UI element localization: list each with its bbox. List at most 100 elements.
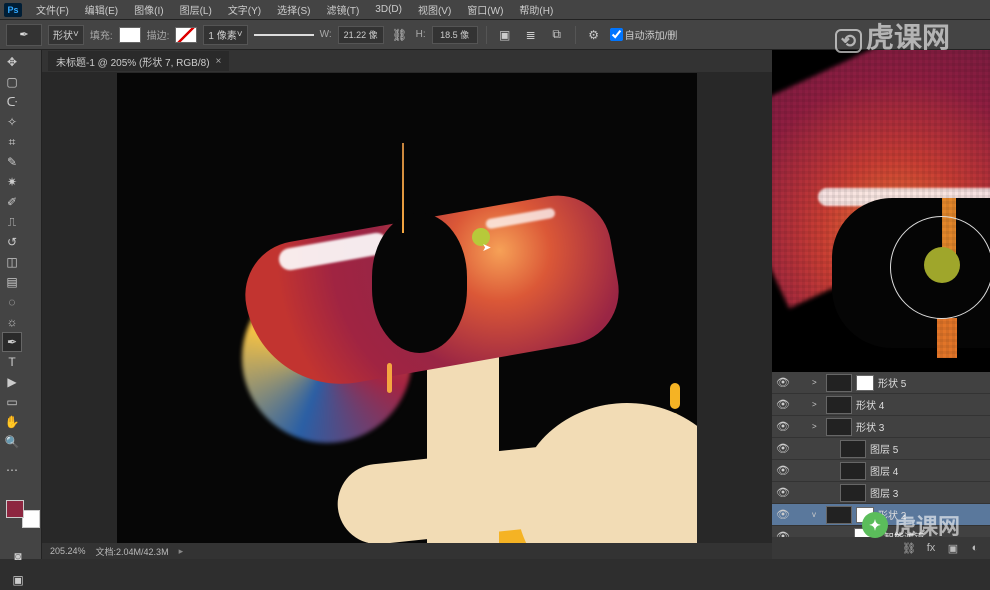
gradient-tool[interactable]: ▤	[2, 272, 22, 292]
layer-thumbnail[interactable]	[840, 462, 866, 480]
menu-3d[interactable]: 3D(D)	[367, 4, 410, 15]
visibility-eye-icon[interactable]: 👁	[776, 398, 790, 411]
eraser-tool[interactable]: ◫	[2, 252, 22, 272]
layer-row[interactable]: 👁 v 形状 2	[772, 504, 990, 526]
layer-name[interactable]: 形状 5	[878, 375, 906, 390]
layer-row[interactable]: 👁 > 形状 3	[772, 416, 990, 438]
layer-thumbnail[interactable]	[826, 418, 852, 436]
visibility-eye-icon[interactable]: 👁	[776, 376, 790, 389]
right-pane: 👁>形状 5👁>形状 4👁>形状 3👁图层 5👁图层 4👁图层 3👁v形状 2👁…	[772, 50, 990, 559]
layer-row[interactable]: 👁 图层 4	[772, 460, 990, 482]
layer-thumbnail[interactable]	[826, 506, 852, 524]
layer-thumbnail[interactable]	[840, 440, 866, 458]
layer-name[interactable]: 形状 2	[878, 507, 906, 522]
path-arrange-icon[interactable]: ⧉	[547, 25, 567, 45]
background-color-swatch[interactable]	[22, 510, 40, 528]
layer-row[interactable]: 👁 图层 3	[772, 482, 990, 504]
healing-tool[interactable]: ✷	[2, 172, 22, 192]
close-tab-icon[interactable]: ×	[216, 56, 222, 67]
stroke-style-select[interactable]	[254, 30, 314, 40]
tool-preset-icon[interactable]: ✒	[6, 24, 42, 46]
layer-name[interactable]: 图层 5	[870, 441, 898, 456]
shape-tool[interactable]: ▭	[2, 392, 22, 412]
stroke-width-select[interactable]: 1 像素 ˅	[203, 25, 247, 45]
layer-row[interactable]: 👁 智能滤镜	[772, 526, 990, 537]
layer-mask-icon[interactable]: ▣	[946, 541, 960, 555]
move-tool[interactable]: ✥	[2, 52, 22, 72]
screen-mode-icon[interactable]: ▣	[8, 570, 28, 590]
menu-file[interactable]: 文件(F)	[28, 2, 77, 17]
tool-mode-select[interactable]: 形状 ˅	[48, 25, 84, 45]
visibility-eye-icon[interactable]: 👁	[776, 486, 790, 499]
menu-edit[interactable]: 编辑(E)	[77, 2, 126, 17]
path-operations-icon[interactable]: ▣	[495, 25, 515, 45]
edit-toolbar-icon[interactable]: ⋯	[2, 460, 22, 480]
canvas-area[interactable]: ➤	[42, 72, 772, 543]
layer-thumbnail[interactable]	[826, 396, 852, 414]
layer-mask-thumb[interactable]	[856, 507, 874, 523]
visibility-eye-icon[interactable]: 👁	[776, 464, 790, 477]
layer-row[interactable]: 👁 > 形状 5	[772, 372, 990, 394]
menu-layer[interactable]: 图层(L)	[172, 2, 220, 17]
stamp-tool[interactable]: ⎍	[2, 212, 22, 232]
visibility-eye-icon[interactable]: 👁	[776, 420, 790, 433]
menu-filter[interactable]: 滤镜(T)	[319, 2, 368, 17]
dodge-tool[interactable]: ☼	[2, 312, 22, 332]
marquee-tool[interactable]: ▢	[2, 72, 22, 92]
width-input[interactable]	[338, 26, 384, 44]
adjustment-layer-icon[interactable]: ◐	[968, 541, 982, 555]
canvas[interactable]: ➤	[117, 73, 697, 543]
layer-thumbnail[interactable]	[854, 528, 880, 538]
path-select-tool[interactable]: ▶	[2, 372, 22, 392]
brush-tool[interactable]: ✐	[2, 192, 22, 212]
blur-tool[interactable]: ◌	[2, 292, 22, 312]
layers-panel[interactable]: 👁>形状 5👁>形状 4👁>形状 3👁图层 5👁图层 4👁图层 3👁v形状 2👁…	[772, 372, 990, 537]
menu-select[interactable]: 选择(S)	[269, 2, 318, 17]
visibility-eye-icon[interactable]: 👁	[776, 508, 790, 521]
expand-arrow-icon[interactable]: >	[812, 378, 822, 387]
layer-thumbnail[interactable]	[826, 374, 852, 392]
menu-help[interactable]: 帮助(H)	[511, 2, 561, 17]
height-input[interactable]	[432, 26, 478, 44]
layer-name[interactable]: 形状 3	[856, 419, 884, 434]
foreground-color-swatch[interactable]	[6, 500, 24, 518]
link-wh-icon[interactable]: ⛓	[390, 25, 410, 45]
pen-tool[interactable]: ✒	[2, 332, 22, 352]
expand-arrow-icon[interactable]: >	[812, 422, 822, 431]
stroke-swatch[interactable]	[175, 27, 197, 43]
document-tab[interactable]: 未标题-1 @ 205% (形状 7, RGB/8) ×	[48, 51, 229, 71]
lasso-tool[interactable]: ᑢ	[2, 92, 22, 112]
layer-name[interactable]: 图层 3	[870, 485, 898, 500]
visibility-eye-icon[interactable]: 👁	[776, 530, 790, 537]
color-swatches[interactable]	[6, 500, 40, 528]
layer-fx-icon[interactable]: fx	[924, 541, 938, 555]
status-zoom[interactable]: 205.24%	[50, 546, 86, 556]
layer-name[interactable]: 图层 4	[870, 463, 898, 478]
fill-swatch[interactable]	[119, 27, 141, 43]
path-align-icon[interactable]: ≣	[521, 25, 541, 45]
hand-tool[interactable]: ✋	[2, 412, 22, 432]
menu-image[interactable]: 图像(I)	[126, 2, 171, 17]
layer-thumbnail[interactable]	[840, 484, 866, 502]
layer-name[interactable]: 形状 4	[856, 397, 884, 412]
zoom-tool[interactable]: 🔍	[2, 432, 22, 452]
crop-tool[interactable]: ⌗	[2, 132, 22, 152]
link-layers-icon[interactable]: ⛓	[902, 541, 916, 555]
expand-arrow-icon[interactable]: >	[812, 400, 822, 409]
type-tool[interactable]: T	[2, 352, 22, 372]
layer-name[interactable]: 智能滤镜	[884, 529, 924, 537]
auto-add-checkbox[interactable]: 自动添加/删	[610, 27, 678, 42]
history-brush-tool[interactable]: ↺	[2, 232, 22, 252]
layer-row[interactable]: 👁 图层 5	[772, 438, 990, 460]
menu-view[interactable]: 视图(V)	[410, 2, 459, 17]
quick-mask-icon[interactable]: ◙	[8, 546, 28, 566]
menu-window[interactable]: 窗口(W)	[459, 2, 511, 17]
layer-row[interactable]: 👁 > 形状 4	[772, 394, 990, 416]
eyedropper-tool[interactable]: ✎	[2, 152, 22, 172]
visibility-eye-icon[interactable]: 👁	[776, 442, 790, 455]
settings-gear-icon[interactable]: ⚙	[584, 25, 604, 45]
layer-mask-thumb[interactable]	[856, 375, 874, 391]
menu-type[interactable]: 文字(Y)	[220, 2, 269, 17]
magic-wand-tool[interactable]: ✧	[2, 112, 22, 132]
expand-arrow-icon[interactable]: v	[812, 510, 822, 519]
